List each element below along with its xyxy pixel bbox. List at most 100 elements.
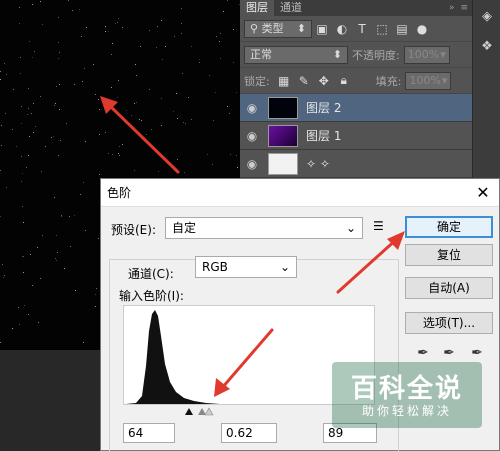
white-point-slider[interactable]	[204, 407, 214, 416]
star	[134, 103, 135, 104]
eye-icon[interactable]: ◉	[240, 101, 264, 115]
star	[177, 159, 178, 160]
layers-panel-icon[interactable]: ◈	[474, 4, 500, 30]
star	[223, 11, 224, 12]
star	[165, 46, 166, 47]
star	[230, 154, 231, 155]
adjustments-icon[interactable]: ❖	[474, 34, 500, 60]
panel-menu[interactable]: » ≡	[449, 0, 472, 16]
adjustment-filter-icon[interactable]: ◐	[332, 22, 352, 36]
filter-toggle-icon[interactable]: ●	[412, 22, 432, 36]
star	[23, 256, 24, 257]
star	[21, 181, 22, 182]
star	[213, 120, 214, 121]
chevron-down-icon: ▾	[441, 73, 448, 87]
dialog-titlebar[interactable]: 色阶 ✕	[101, 179, 499, 207]
channel-value: RGB	[202, 260, 228, 274]
star	[0, 71, 1, 72]
star	[135, 64, 136, 65]
type-filter-icon[interactable]: T	[352, 22, 372, 36]
close-icon[interactable]: ✕	[473, 183, 493, 202]
star	[161, 20, 162, 21]
reset-button[interactable]: 复位	[405, 244, 493, 266]
star	[83, 342, 84, 343]
shape-filter-icon[interactable]: ⬚	[372, 22, 392, 36]
star	[158, 171, 159, 172]
pixel-filter-icon[interactable]: ▣	[312, 22, 332, 36]
search-icon: ⚲	[250, 21, 262, 35]
filter-label: 类型	[261, 21, 284, 35]
tab-layers[interactable]: 图层	[240, 0, 274, 16]
star	[181, 33, 182, 34]
collapse-icon[interactable]: »	[449, 0, 455, 16]
star	[69, 216, 70, 217]
star	[162, 59, 163, 60]
star	[122, 144, 123, 145]
input-black-field[interactable]: 64	[123, 423, 175, 443]
star	[156, 47, 157, 48]
star	[29, 41, 30, 42]
chevron-down-icon: ⌄	[279, 260, 290, 274]
star	[61, 216, 62, 217]
star	[54, 105, 55, 106]
star	[173, 111, 174, 112]
star	[111, 54, 112, 55]
star	[59, 52, 60, 53]
star	[54, 197, 55, 198]
eye-icon[interactable]: ◉	[240, 157, 264, 171]
watermark-title: 百科全说	[350, 374, 463, 404]
lock-position-icon[interactable]: ✥	[314, 74, 334, 88]
input-gamma-field[interactable]: 0.62	[221, 423, 277, 443]
input-sliders[interactable]	[183, 405, 223, 417]
smart-object-filter-icon[interactable]: ▤	[392, 22, 412, 36]
layer-row[interactable]: ◉ 图层 1	[240, 122, 472, 150]
star	[4, 63, 5, 64]
preset-options-icon[interactable]: ☰	[373, 219, 384, 233]
preset-value: 自定	[172, 221, 197, 235]
star	[2, 264, 3, 265]
channel-dropdown[interactable]: RGB ⌄	[195, 256, 297, 278]
star	[12, 129, 13, 130]
star	[55, 258, 56, 259]
preset-dropdown[interactable]: 自定 ⌄	[165, 217, 363, 239]
star	[34, 51, 35, 52]
ok-button[interactable]: 确定	[405, 216, 493, 238]
star	[23, 272, 24, 273]
star	[27, 114, 28, 115]
star	[29, 136, 30, 137]
star	[93, 64, 94, 65]
star	[40, 1, 41, 2]
lock-all-icon[interactable]: 🔒︎	[334, 73, 354, 88]
star	[40, 96, 41, 97]
filter-dropdown[interactable]: ⚲ 类型 ⬍	[244, 19, 312, 38]
star	[108, 153, 109, 154]
tab-channels[interactable]: 通道	[274, 0, 308, 16]
star	[237, 167, 238, 168]
blend-mode-dropdown[interactable]: 正常 ⬍	[244, 45, 348, 64]
opacity-field[interactable]: 100% ▾	[403, 45, 450, 64]
auto-button[interactable]: 自动(A)	[405, 277, 493, 299]
fill-field[interactable]: 100% ▾	[405, 71, 452, 90]
star	[112, 154, 113, 155]
options-button[interactable]: 选项(T)...	[405, 312, 493, 334]
star	[136, 75, 137, 76]
opacity-value: 100%	[407, 47, 440, 61]
star	[55, 103, 56, 104]
star	[21, 123, 22, 124]
layer-row[interactable]: ◉ ✧ ✧	[240, 150, 472, 178]
star	[199, 62, 200, 63]
fill-label: 填充:	[375, 74, 402, 88]
star	[119, 155, 120, 156]
star	[216, 36, 217, 37]
midtone-slider[interactable]	[198, 408, 206, 415]
lock-transparent-icon[interactable]: ▦	[274, 74, 294, 88]
panel-menu-icon[interactable]: ≡	[460, 0, 468, 16]
star	[23, 222, 24, 223]
star	[79, 9, 80, 10]
star	[227, 106, 228, 107]
layer-row[interactable]: ◉ 图层 2	[240, 94, 472, 122]
lock-brush-icon[interactable]: ✎	[294, 74, 314, 88]
star	[144, 140, 145, 141]
black-point-slider[interactable]	[185, 408, 193, 415]
eye-icon[interactable]: ◉	[240, 129, 264, 143]
